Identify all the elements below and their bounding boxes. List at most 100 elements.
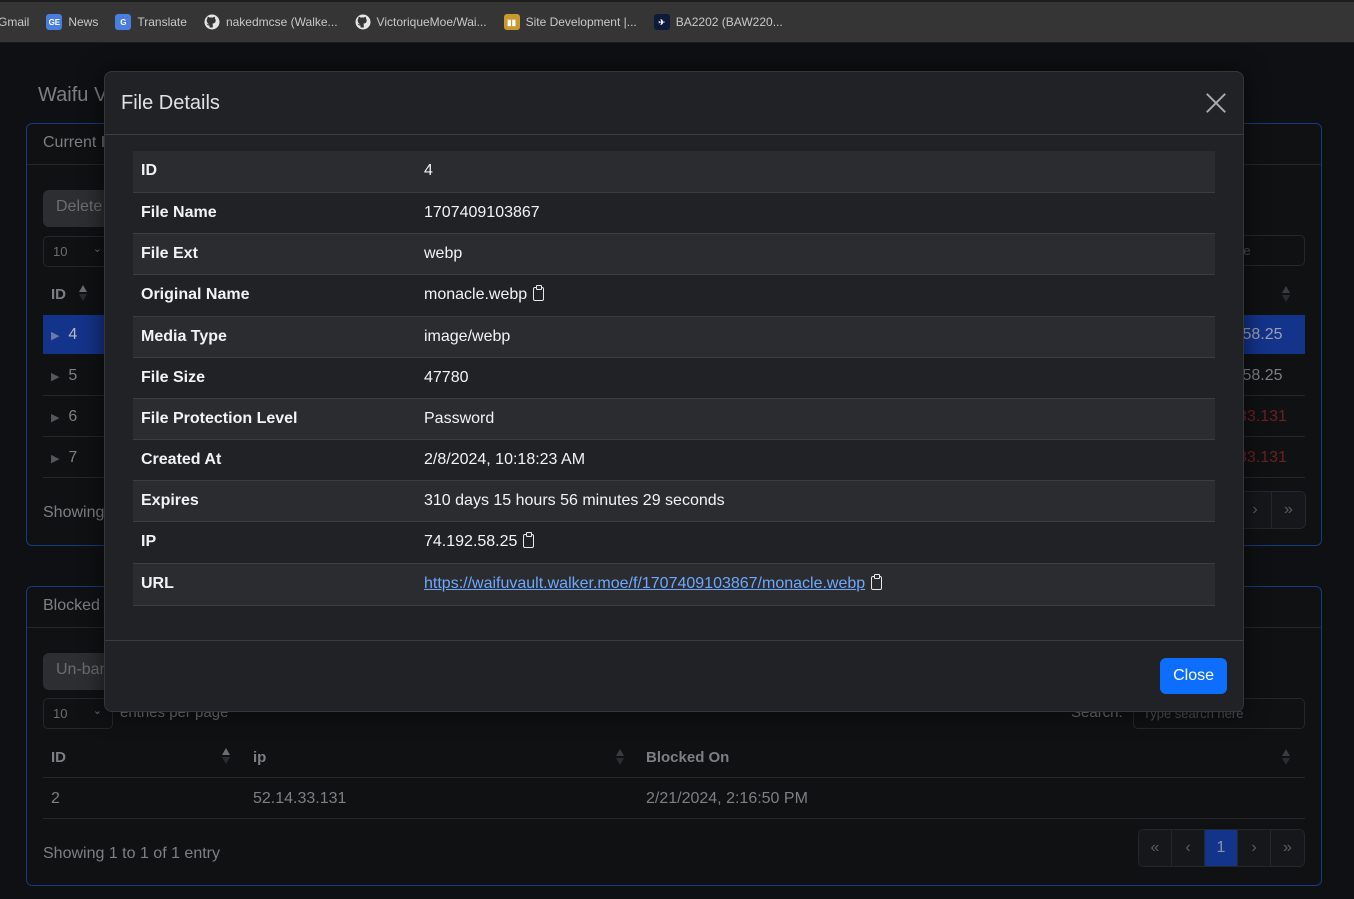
detail-key: ID xyxy=(141,162,157,180)
first-page-button[interactable]: « xyxy=(1139,830,1172,866)
bookmark-news[interactable]: GE News xyxy=(46,14,98,30)
trello-icon: ▮▮ xyxy=(503,14,520,30)
detail-value-cell: monacle.webp xyxy=(416,274,1215,316)
detail-key: URL xyxy=(141,575,174,592)
detail-value: 310 days 15 hours 56 minutes 29 seconds xyxy=(424,491,725,509)
bookmark-victoriquemoe[interactable]: VictoriqueMoe/Wai... xyxy=(355,14,487,30)
row-divider xyxy=(43,777,1305,778)
chevron-down-icon: ⌄ xyxy=(92,705,102,717)
modal-footer: Close xyxy=(105,641,1243,711)
detail-value-cell: 2/8/2024, 10:18:23 AM xyxy=(416,439,1215,480)
row-blocked-on: 2/21/2024, 2:16:50 PM xyxy=(646,790,808,807)
detail-row: ID 4 xyxy=(133,151,1215,192)
next-page-button[interactable]: › xyxy=(1238,830,1271,866)
sort-icon[interactable] xyxy=(1282,286,1290,302)
bookmark-label: Gmail xyxy=(0,15,30,29)
bookmark-nakedmcse[interactable]: nakedmcse (Walke... xyxy=(204,14,338,30)
row-id-value: 4 xyxy=(68,326,78,343)
google-translate-icon: G xyxy=(115,14,132,30)
expand-icon[interactable]: ▶ xyxy=(51,371,59,383)
detail-row: File Protection Level Password xyxy=(133,398,1215,439)
detail-row: Original Name monacle.webp xyxy=(133,274,1215,316)
file-details-modal: File Details ID 4 File Name 1707409103867 Fi… xyxy=(104,71,1244,712)
bookmark-site-development[interactable]: ▮▮ Site Development |... xyxy=(503,14,637,30)
detail-key: File Ext xyxy=(141,244,198,262)
bookmark-translate[interactable]: G Translate xyxy=(115,14,187,30)
detail-key: File Name xyxy=(141,203,217,221)
page-1-button[interactable]: 1 xyxy=(1205,830,1238,866)
column-header-id[interactable]: ID xyxy=(51,286,66,303)
row-ip: .58.25 xyxy=(1238,326,1283,343)
modal-body: ID 4 File Name 1707409103867 File Ext webp Ori… xyxy=(105,135,1243,641)
row-id[interactable]: ▶ 5 xyxy=(51,367,77,385)
modal-title: File Details xyxy=(121,91,220,114)
showing-entries-text: Showing 1 to 1 of 1 entry xyxy=(43,845,220,862)
detail-row: URL https://waifuvault.walker.moe/f/17074… xyxy=(133,563,1215,605)
entries-per-page-select[interactable]: 10 ⌄ xyxy=(43,698,113,729)
column-header-blocked-on[interactable]: Blocked On xyxy=(646,749,729,766)
modal-header: File Details xyxy=(105,72,1243,135)
detail-key: File Protection Level xyxy=(141,409,298,427)
column-header-id[interactable]: ID xyxy=(51,749,66,766)
row-divider xyxy=(43,818,1305,819)
detail-row: File Ext webp xyxy=(133,233,1215,274)
file-details-table: ID 4 File Name 1707409103867 File Ext webp Ori… xyxy=(133,151,1215,606)
row-ip-blocked: 33.131 xyxy=(1238,408,1287,425)
last-page-button[interactable]: » xyxy=(1272,492,1305,528)
detail-value-cell: webp xyxy=(416,233,1215,274)
row-ip-blocked: 33.131 xyxy=(1238,449,1287,466)
detail-value: 4 xyxy=(424,162,433,180)
detail-value-cell: Password xyxy=(416,398,1215,439)
last-page-button[interactable]: » xyxy=(1271,830,1304,866)
bookmark-gmail[interactable]: Gmail xyxy=(0,15,29,29)
detail-value-cell: 1707409103867 xyxy=(416,192,1215,233)
bookmark-label: nakedmcse (Walke... xyxy=(225,15,338,29)
bookmark-label: Translate xyxy=(137,15,187,29)
github-icon xyxy=(355,14,371,30)
close-button[interactable]: Close xyxy=(1160,658,1227,694)
column-header-ip[interactable]: ip xyxy=(253,749,266,766)
sort-icon[interactable] xyxy=(1282,749,1290,765)
select-value: 10 xyxy=(53,244,68,259)
detail-value-cell: https://waifuvault.walker.moe/f/17074091… xyxy=(416,563,1215,605)
detail-value: monacle.webp xyxy=(424,286,528,303)
detail-value: 1707409103867 xyxy=(424,203,540,221)
clipboard-icon[interactable] xyxy=(871,574,883,590)
row-id[interactable]: ▶ 6 xyxy=(51,408,77,426)
showing-entries-text: Showing xyxy=(43,504,105,521)
bookmark-label: BA2202 (BAW220... xyxy=(675,15,783,29)
bookmark-ba2202[interactable]: ✈ BA2202 (BAW220... xyxy=(653,14,783,30)
row-ip: 52.14.33.131 xyxy=(253,790,347,807)
row-id[interactable]: ▶ 7 xyxy=(51,449,77,467)
entries-per-page-select[interactable]: 10 ⌄ xyxy=(43,236,113,267)
sort-icon[interactable] xyxy=(616,749,624,765)
detail-key: IP xyxy=(141,533,157,550)
file-url-link[interactable]: https://waifuvault.walker.moe/f/17074091… xyxy=(424,575,865,592)
prev-page-button[interactable]: ‹ xyxy=(1172,830,1205,866)
detail-key: Created At xyxy=(141,450,222,468)
detail-value: image/webp xyxy=(424,327,511,345)
google-news-icon: GE xyxy=(46,14,63,30)
clipboard-icon[interactable] xyxy=(523,532,535,548)
row-id[interactable]: ▶ 4 xyxy=(51,326,77,344)
detail-value-cell: image/webp xyxy=(416,316,1215,357)
chevron-down-icon: ⌄ xyxy=(92,243,102,255)
close-icon[interactable] xyxy=(1205,92,1227,114)
expand-icon[interactable]: ▶ xyxy=(51,453,59,465)
detail-value: webp xyxy=(424,244,463,262)
detail-key: File Size xyxy=(141,368,206,386)
bookmarks-bar: Gmail GE News G Translate nakedmcse (Wal… xyxy=(0,0,1354,43)
select-value: 10 xyxy=(53,706,68,721)
sort-icon[interactable] xyxy=(222,748,230,764)
github-icon xyxy=(204,14,220,30)
expand-icon[interactable]: ▶ xyxy=(51,330,59,342)
detail-row: File Size 47780 xyxy=(133,357,1215,398)
detail-key: Media Type xyxy=(141,327,227,345)
detail-value-cell: 310 days 15 hours 56 minutes 29 seconds xyxy=(416,480,1215,521)
detail-key: Original Name xyxy=(141,286,250,303)
sort-icon[interactable] xyxy=(79,285,87,301)
detail-value: 74.192.58.25 xyxy=(424,533,518,550)
row-id[interactable]: 2 xyxy=(51,790,60,808)
expand-icon[interactable]: ▶ xyxy=(51,412,59,424)
clipboard-icon[interactable] xyxy=(533,285,545,301)
